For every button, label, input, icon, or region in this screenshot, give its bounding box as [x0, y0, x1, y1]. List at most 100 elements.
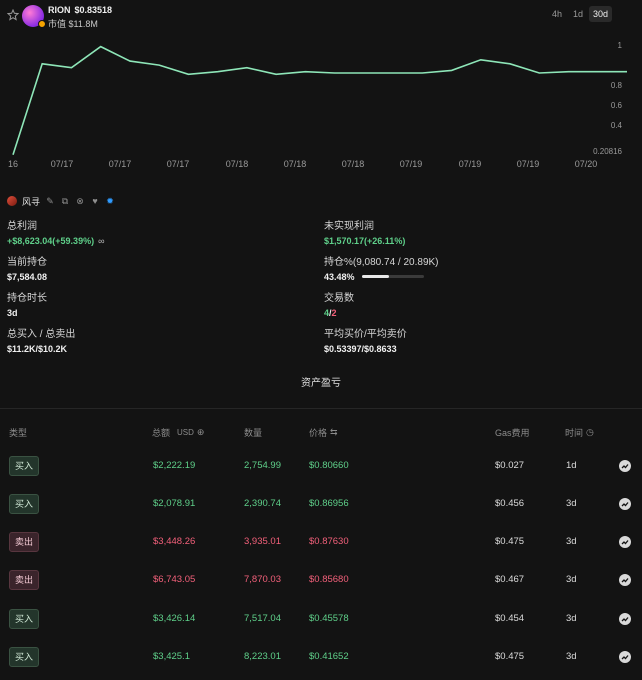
tx-link-icon[interactable] [619, 498, 631, 510]
trade-time: 3d [566, 574, 577, 585]
table-row[interactable]: 买入 $2,222.19 2,754.99 $0.80660 $0.027 1d [0, 447, 642, 485]
x-tick-label: 16 [8, 159, 18, 169]
timeframe-30d[interactable]: 30d [589, 6, 612, 22]
trader-name[interactable]: 风寻 [22, 195, 40, 208]
chain-badge-icon [38, 20, 46, 28]
trade-type-badge: 卖出 [9, 532, 39, 552]
avg-prices-label: 平均买价/平均卖价 [324, 329, 407, 340]
y-tick-label: 1 [618, 41, 623, 50]
col-time-label: 时间 [565, 428, 584, 438]
tx-link-icon[interactable] [619, 574, 631, 586]
trade-total: $3,448.26 [153, 536, 196, 547]
total-profit-amount: +$8,623.04(+59.39%) [7, 236, 95, 246]
tx-link-icon[interactable] [619, 536, 631, 548]
token-symbol: RION [48, 5, 71, 15]
trade-total: $6,743.05 [153, 574, 196, 585]
trade-gas: $0.475 [495, 651, 525, 662]
stat-total-profit: 总利润 +$8,623.04(+59.39%) ∞ [7, 217, 105, 246]
clock-icon[interactable]: ◷ [586, 427, 594, 438]
trade-time: 3d [566, 651, 577, 662]
trade-gas: $0.027 [495, 460, 525, 471]
trade-time: 3d [566, 536, 577, 547]
table-row[interactable]: 卖出 $3,448.26 3,935.01 $0.87630 $0.475 3d [0, 523, 642, 561]
table-row[interactable]: 买入 $3,425.1 8,223.01 $0.41652 $0.475 3d [0, 638, 642, 676]
col-type: 类型 [9, 426, 27, 439]
market-cap: 市值 $11.8M [48, 19, 98, 29]
avg-prices-value: $0.53397/$0.8633 [324, 344, 397, 354]
holding-pct-bar [362, 275, 424, 278]
buy-sell-total-value: $11.2K/$10.2K [7, 344, 68, 354]
share-icon[interactable]: ∞ [98, 236, 104, 246]
stat-trades: 交易数 4/2 [324, 289, 354, 318]
timeframe-4h[interactable]: 4h [548, 6, 566, 22]
x-tick-label: 07/20 [575, 159, 598, 169]
trade-qty: 7,517.04 [244, 613, 281, 624]
y-tick-label: 0.8 [611, 81, 623, 90]
trade-price: $0.41652 [309, 651, 349, 662]
trade-qty: 2,754.99 [244, 460, 281, 471]
col-time[interactable]: 时间 ◷ [565, 426, 594, 439]
trade-type-badge: 买入 [9, 609, 39, 629]
col-qty-label: 数量 [244, 428, 263, 438]
trades-label: 交易数 [324, 293, 354, 304]
trader-row: 风寻 ✎ ⧉ ⊗ ♥ ✹ [7, 194, 115, 208]
x-icon[interactable]: ⊗ [75, 196, 85, 206]
copy-icon[interactable]: ⧉ [60, 196, 70, 206]
unrealized-value: $1,570.17(+26.11%) [324, 236, 406, 246]
verified-icon: ✹ [106, 195, 114, 206]
section-title[interactable]: 资产盈亏 [0, 374, 642, 389]
x-tick-label: 07/17 [51, 159, 74, 169]
col-gas: Gas费用 [495, 426, 530, 439]
swap-currency-icon[interactable]: ⊕ [197, 427, 205, 438]
stat-unrealized: 未实现利润 $1,570.17(+26.11%) [324, 217, 405, 246]
col-total-unit: USD [177, 428, 194, 437]
divider [0, 408, 642, 409]
table-row[interactable]: 买入 $3,426.14 7,517.04 $0.45578 $0.454 3d [0, 600, 642, 638]
trader-avatar[interactable] [7, 196, 17, 206]
trade-price: $0.80660 [309, 460, 349, 471]
col-price[interactable]: 价格 ⇆ [309, 426, 338, 439]
trade-total: $2,078.91 [153, 498, 196, 509]
heart-icon[interactable]: ♥ [90, 196, 100, 206]
trade-price: $0.45578 [309, 613, 349, 624]
y-tick-label: 0.6 [611, 101, 623, 110]
trade-price: $0.85680 [309, 574, 349, 585]
stat-hold-time: 持仓时长 3d [7, 289, 47, 318]
price-chart[interactable]: 1 0.8 0.6 0.4 0.20816 16 07/17 07/17 07/17 07/18… [0, 34, 642, 174]
tx-link-icon[interactable] [619, 613, 631, 625]
token-header: RION $0.83518 市值 $11.8M 4h 1d 30d [0, 0, 642, 34]
trade-type-badge: 买入 [9, 494, 39, 514]
x-tick-label: 07/19 [517, 159, 540, 169]
trade-time: 1d [566, 460, 577, 471]
table-row[interactable]: 卖出 $6,743.05 7,870.03 $0.85680 $0.467 3d [0, 561, 642, 599]
timeframe-1d[interactable]: 1d [569, 6, 587, 22]
holding-pct-value: 43.48% [324, 272, 355, 282]
trade-total: $3,425.1 [153, 651, 190, 662]
stat-avg-prices: 平均买价/平均卖价 $0.53397/$0.8633 [324, 325, 407, 354]
swap-price-icon[interactable]: ⇆ [330, 427, 338, 438]
star-icon[interactable] [7, 9, 19, 21]
y-tick-label: 0.20816 [593, 147, 622, 156]
tx-link-icon[interactable] [619, 651, 631, 663]
trade-price: $0.86956 [309, 498, 349, 509]
col-total-label: 总额 [152, 428, 171, 438]
total-profit-label: 总利润 [7, 221, 37, 232]
trade-qty: 7,870.03 [244, 574, 281, 585]
col-type-label: 类型 [9, 428, 28, 438]
holding-pct-label: 持仓%(9,080.74 / 20.89K) [324, 257, 439, 268]
x-tick-label: 07/18 [284, 159, 307, 169]
hold-time-value: 3d [7, 308, 18, 318]
holding-pct-bar-fill [362, 275, 389, 278]
price-chart-svg: 1 0.8 0.6 0.4 0.20816 16 07/17 07/17 07/17 07/18… [8, 41, 627, 169]
trade-total: $3,426.14 [153, 613, 196, 624]
trade-type-badge: 卖出 [9, 570, 39, 590]
col-qty: 数量 [244, 426, 262, 439]
col-total[interactable]: 总额 USD ⊕ [152, 426, 204, 439]
edit-icon[interactable]: ✎ [45, 196, 55, 206]
tx-link-icon[interactable] [619, 460, 631, 472]
table-row[interactable]: 买入 $2,078.91 2,390.74 $0.86956 $0.456 3d [0, 485, 642, 523]
total-profit-value: +$8,623.04(+59.39%) ∞ [7, 236, 105, 246]
trades-value: 4/2 [324, 308, 354, 318]
token-title: RION $0.83518 [48, 5, 112, 15]
holding-label: 当前持仓 [7, 257, 47, 268]
